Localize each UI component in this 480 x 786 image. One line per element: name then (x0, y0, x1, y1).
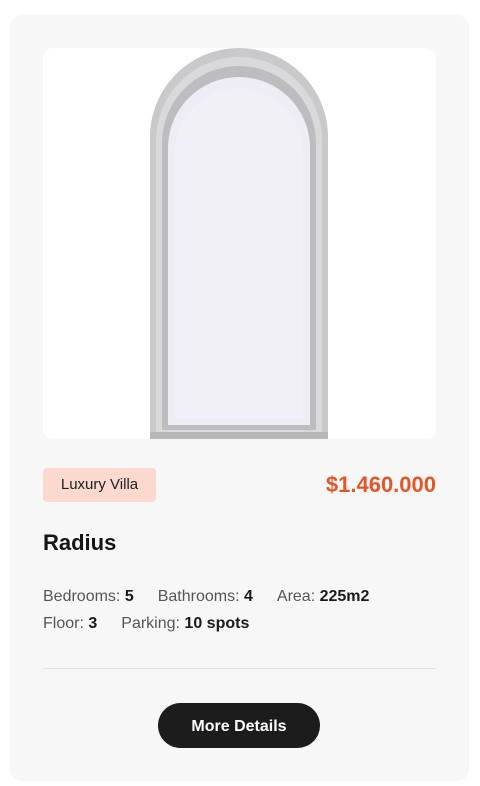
spec-floor: Floor: 3 (43, 610, 97, 637)
listing-title: Radius (43, 530, 117, 555)
spec-value: 5 (124, 588, 134, 605)
listing-card: Luxury Villa $1.460.000 Radius Bedrooms:… (10, 15, 469, 781)
specs-row-1: Bedrooms: 5 Bathrooms: 4 Area: 225m2 (43, 583, 443, 610)
spec-label: Parking: (121, 615, 180, 632)
spec-value: 10 spots (184, 615, 250, 632)
specs-row-2: Floor: 3 Parking: 10 spots (43, 610, 443, 637)
listing-image (43, 48, 436, 439)
listing-price: $1.460.000 (325, 472, 436, 497)
spec-label: Area: (276, 588, 316, 605)
spec-area: Area: 225m2 (277, 583, 370, 610)
spec-label: Floor: (43, 615, 84, 632)
more-details-button[interactable]: More Details (158, 703, 320, 748)
category-badge: Luxury Villa (43, 468, 156, 502)
spec-value: 225m2 (319, 588, 370, 605)
spec-bathrooms: Bathrooms: 4 (158, 583, 253, 610)
spec-value: 4 (244, 588, 253, 605)
spec-parking: Parking: 10 spots (121, 610, 249, 637)
spec-bedrooms: Bedrooms: 5 (43, 583, 134, 610)
divider (43, 668, 436, 669)
spec-label: Bathrooms: (157, 588, 240, 605)
spec-value: 3 (88, 615, 98, 632)
arched-window-illustration (150, 48, 328, 439)
listing-specs: Bedrooms: 5 Bathrooms: 4 Area: 225m2 Floor… (43, 583, 443, 637)
spec-label: Bedrooms: (43, 588, 121, 605)
